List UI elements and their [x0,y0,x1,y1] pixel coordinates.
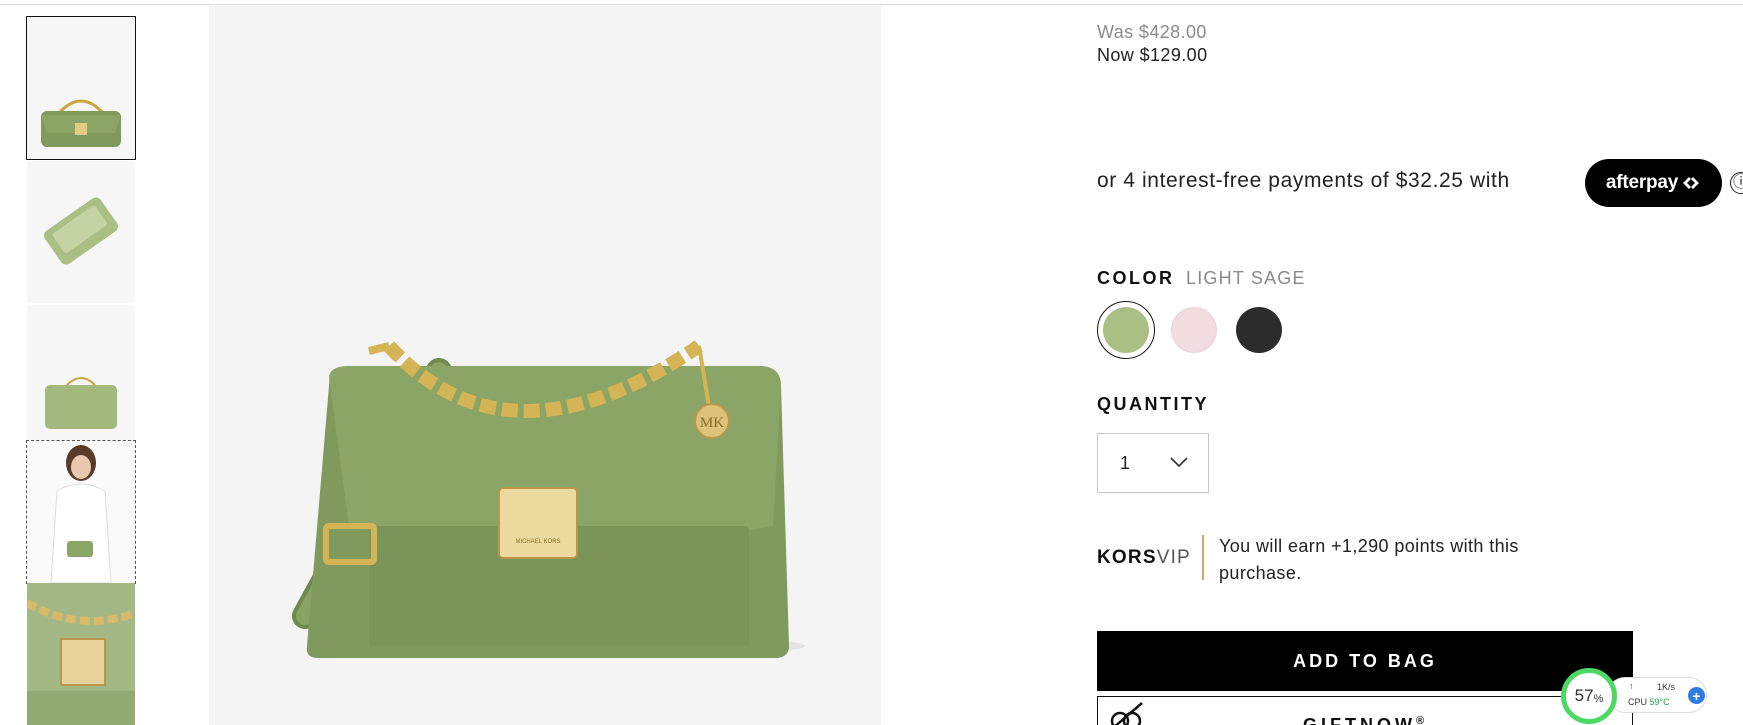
svg-text:MK: MK [700,415,724,431]
plus-icon[interactable]: + [1688,687,1705,704]
color-swatch-black[interactable] [1236,307,1282,353]
color-swatch-light-sage[interactable] [1103,307,1149,353]
top-divider [0,4,1743,5]
upload-arrow-icon: ↑ [1629,681,1634,691]
color-swatch-pink[interactable] [1171,307,1217,353]
memory-usage-gauge: 57% [1561,668,1617,724]
thumbnail-open[interactable] [27,161,135,303]
network-speed: 1K/s [1657,682,1676,692]
quantity-value: 1 [1120,452,1131,473]
chevron-down-icon [1170,457,1188,468]
thumbnail-model[interactable] [26,440,136,584]
korsvip-divider [1202,535,1204,580]
green-handbag-image: MK MICHAEL KORS [209,6,881,725]
korsvip-points-text: You will earn +1,290 points with this pu… [1219,536,1519,583]
quantity-label: QUANTITY [1097,394,1209,414]
afterpay-installment-text: or 4 interest-free payments of $32.25 wi… [1097,169,1510,192]
add-to-bag-button[interactable]: ADD TO BAG [1097,631,1633,691]
afterpay-logo[interactable]: afterpay [1585,159,1722,207]
giftnow-label: GIFTNOW® [1303,715,1429,725]
gift-ribbon-icon [1110,702,1143,725]
afterpay-logo-text: afterpay [1605,172,1679,193]
color-label: COLOR [1097,268,1175,288]
cpu-temp: CPU 59°C [1628,697,1670,707]
now-price: Now $129.00 [1097,45,1208,65]
thumbnail-front[interactable] [26,16,136,160]
system-monitor-widget[interactable]: 57% ↑ 1K/s CPU 59°C + [1561,668,1710,724]
info-icon[interactable]: ⓘ [1730,172,1743,194]
selected-color-name: LIGHT SAGE [1186,268,1306,288]
quantity-select[interactable]: 1 [1097,433,1209,493]
thumbnail-back[interactable] [27,305,135,447]
giftnow-button[interactable]: GIFTNOW® [1097,696,1633,725]
main-product-image[interactable]: MK MICHAEL KORS [209,6,881,725]
afterpay-arrows-icon [1683,177,1700,189]
thumbnail-detail[interactable] [27,583,135,725]
was-price: Was $428.00 [1097,22,1207,42]
svg-text:MICHAEL KORS: MICHAEL KORS [515,539,560,545]
korsvip-logo: KORSVIP [1097,547,1191,568]
